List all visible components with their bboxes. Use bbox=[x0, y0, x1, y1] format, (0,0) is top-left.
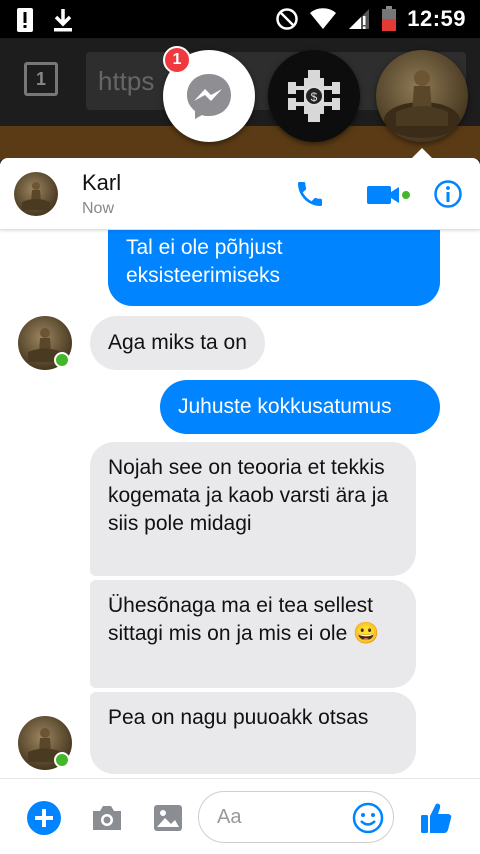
camera-icon bbox=[93, 806, 121, 830]
wifi-icon bbox=[310, 8, 337, 29]
chat-head-cross-emblem[interactable]: $ bbox=[268, 50, 360, 142]
contact-status: Now bbox=[82, 200, 115, 217]
message-list[interactable]: Tal ei ole põhjust eksisteerimiseks Aga … bbox=[0, 230, 480, 778]
conversation-info-button[interactable] bbox=[430, 176, 466, 212]
online-indicator bbox=[54, 352, 70, 368]
smiley-icon bbox=[352, 802, 384, 834]
message-incoming[interactable]: Ühesõnaga ma ei tea sellest sittagi mis … bbox=[90, 580, 416, 688]
karl-avatar-photo bbox=[384, 70, 460, 138]
message-text: Pea on nagu puuoakk otsas bbox=[108, 706, 369, 729]
image-icon bbox=[154, 805, 182, 831]
message-outgoing[interactable]: Tal ei ole põhjust eksisteerimiseks bbox=[108, 230, 440, 306]
svg-text:$: $ bbox=[311, 90, 318, 104]
info-icon bbox=[434, 180, 462, 208]
message-incoming[interactable]: Aga miks ta on bbox=[90, 316, 265, 370]
warning-notification-icon bbox=[17, 8, 33, 32]
conversation-header: Karl Now bbox=[0, 158, 480, 230]
unread-badge: 1 bbox=[163, 46, 191, 74]
contact-name[interactable]: Karl bbox=[82, 170, 121, 196]
messenger-icon bbox=[187, 74, 231, 119]
video-camera-icon bbox=[367, 186, 410, 204]
message-outgoing[interactable]: Juhuste kokkusatumus bbox=[160, 380, 440, 434]
message-incoming[interactable]: Nojah see on teooria et tekkis kogemata … bbox=[90, 442, 416, 576]
tab-switcher-button[interactable]: 1 bbox=[24, 62, 58, 96]
message-text: Aga miks ta on bbox=[108, 331, 247, 354]
message-text: Tal ei ole põhjust eksisteerimiseks bbox=[126, 236, 283, 287]
status-bar: 12:59 bbox=[0, 0, 480, 38]
message-text: Nojah see on teooria et tekkis kogemata … bbox=[108, 456, 389, 535]
karl-avatar-photo bbox=[22, 182, 50, 210]
message-text: Juhuste kokkusatumus bbox=[178, 395, 392, 418]
status-time: 12:59 bbox=[407, 6, 466, 31]
battery-icon bbox=[382, 6, 397, 31]
more-actions-button[interactable] bbox=[26, 800, 62, 836]
online-indicator bbox=[54, 752, 70, 768]
cross-emblem-avatar: $ bbox=[288, 70, 340, 122]
video-call-button[interactable] bbox=[364, 176, 412, 212]
message-incoming[interactable]: Pea on nagu puuoakk otsas bbox=[90, 692, 416, 774]
like-button[interactable] bbox=[418, 800, 454, 836]
phone-icon bbox=[298, 182, 322, 206]
chat-head-karl[interactable] bbox=[376, 50, 468, 142]
message-composer: Aa bbox=[0, 778, 480, 854]
chat-panel: Karl Now Tal ei ole põhjust eksisteerimi… bbox=[0, 158, 480, 854]
call-button[interactable] bbox=[292, 176, 328, 212]
thumbs-up-icon bbox=[421, 803, 452, 833]
camera-button[interactable] bbox=[89, 800, 125, 836]
gallery-button[interactable] bbox=[150, 800, 186, 836]
signal-icon bbox=[349, 9, 370, 29]
emoji-button[interactable] bbox=[350, 800, 386, 836]
do-not-disturb-icon bbox=[276, 8, 298, 30]
message-text: Ühesõnaga ma ei tea sellest sittagi mis … bbox=[108, 594, 380, 645]
plus-circle-icon bbox=[27, 801, 61, 835]
download-icon bbox=[54, 9, 72, 32]
contact-avatar[interactable] bbox=[14, 172, 58, 216]
